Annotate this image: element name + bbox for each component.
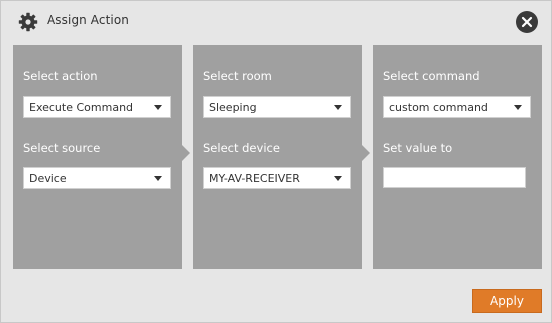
close-icon[interactable] [516, 11, 538, 33]
gear-icon [18, 12, 38, 32]
select-action-label: Select action [23, 69, 98, 83]
chevron-down-icon [334, 176, 342, 181]
select-command-label: Select command [383, 69, 480, 83]
dialog-title-bar: Assign Action [1, 1, 551, 43]
step-arrow [182, 145, 190, 161]
command-select[interactable]: custom command [383, 96, 531, 118]
action-panel: Select action Execute Command Select sou… [13, 45, 182, 269]
command-panel: Select command custom command Set value … [373, 45, 542, 269]
action-select-value: Execute Command [29, 101, 134, 114]
set-value-input[interactable] [383, 167, 526, 188]
action-select[interactable]: Execute Command [23, 96, 171, 118]
assign-action-dialog: Assign Action Select action Execute Comm… [0, 0, 552, 323]
apply-button[interactable]: Apply [472, 289, 542, 313]
device-select[interactable]: MY-AV-RECEIVER [203, 167, 351, 189]
source-select-value: Device [29, 172, 67, 185]
source-select[interactable]: Device [23, 167, 171, 189]
command-select-value: custom command [389, 101, 488, 114]
chevron-down-icon [154, 105, 162, 110]
select-source-label: Select source [23, 141, 101, 155]
dialog-title: Assign Action [47, 13, 129, 27]
room-panel: Select room Sleeping Select device MY-AV… [193, 45, 362, 269]
select-room-label: Select room [203, 69, 272, 83]
select-device-label: Select device [203, 141, 280, 155]
device-select-value: MY-AV-RECEIVER [209, 172, 300, 185]
chevron-down-icon [334, 105, 342, 110]
room-select-value: Sleeping [209, 101, 257, 114]
room-select[interactable]: Sleeping [203, 96, 351, 118]
step-arrow [362, 145, 370, 161]
chevron-down-icon [514, 105, 522, 110]
chevron-down-icon [154, 176, 162, 181]
set-value-label: Set value to [383, 141, 453, 155]
